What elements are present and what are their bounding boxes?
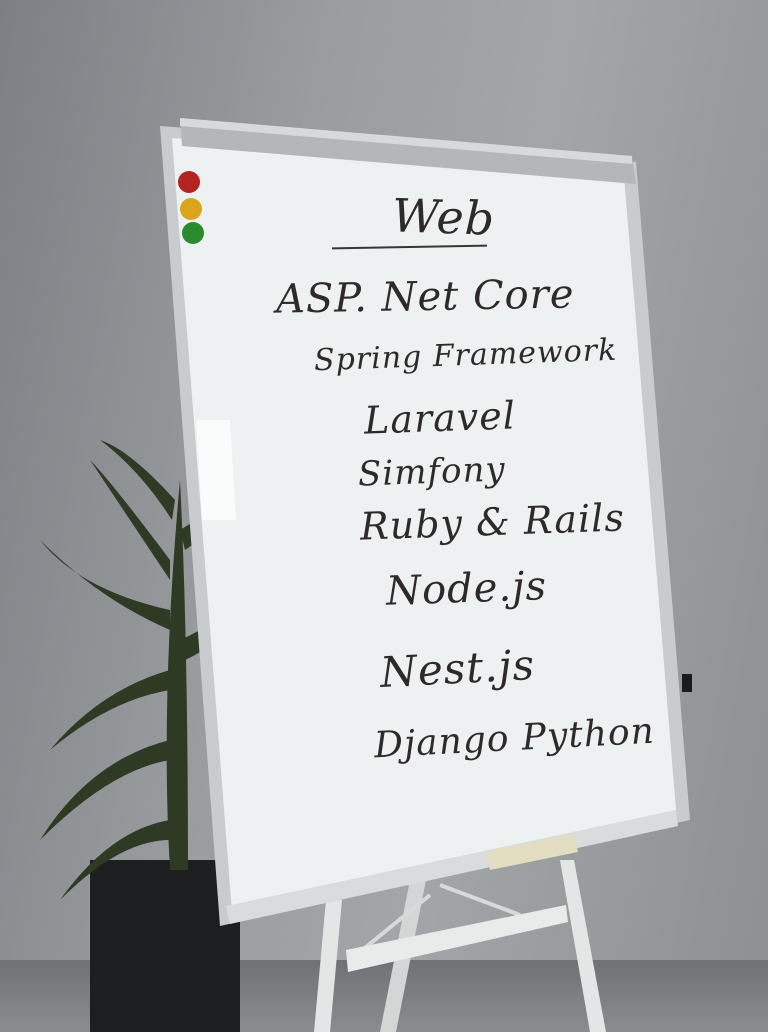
- board-item: Nest.js: [378, 639, 537, 698]
- board-item: Ruby & Rails: [359, 495, 626, 549]
- board-item: Laravel: [363, 393, 517, 443]
- whiteboard-text-layer: Web ASP. Net Core Spring Framework Larav…: [0, 0, 768, 1032]
- board-item: Node.js: [385, 563, 548, 615]
- board-item: Django Python: [373, 710, 656, 767]
- board-heading: Web: [391, 188, 497, 246]
- board-item: Spring Framework: [313, 332, 618, 379]
- board-item: Simfony: [357, 449, 507, 495]
- board-item: ASP. Net Core: [275, 271, 575, 323]
- heading-underline: [331, 244, 488, 250]
- photo-scene: Web ASP. Net Core Spring Framework Larav…: [0, 0, 768, 1032]
